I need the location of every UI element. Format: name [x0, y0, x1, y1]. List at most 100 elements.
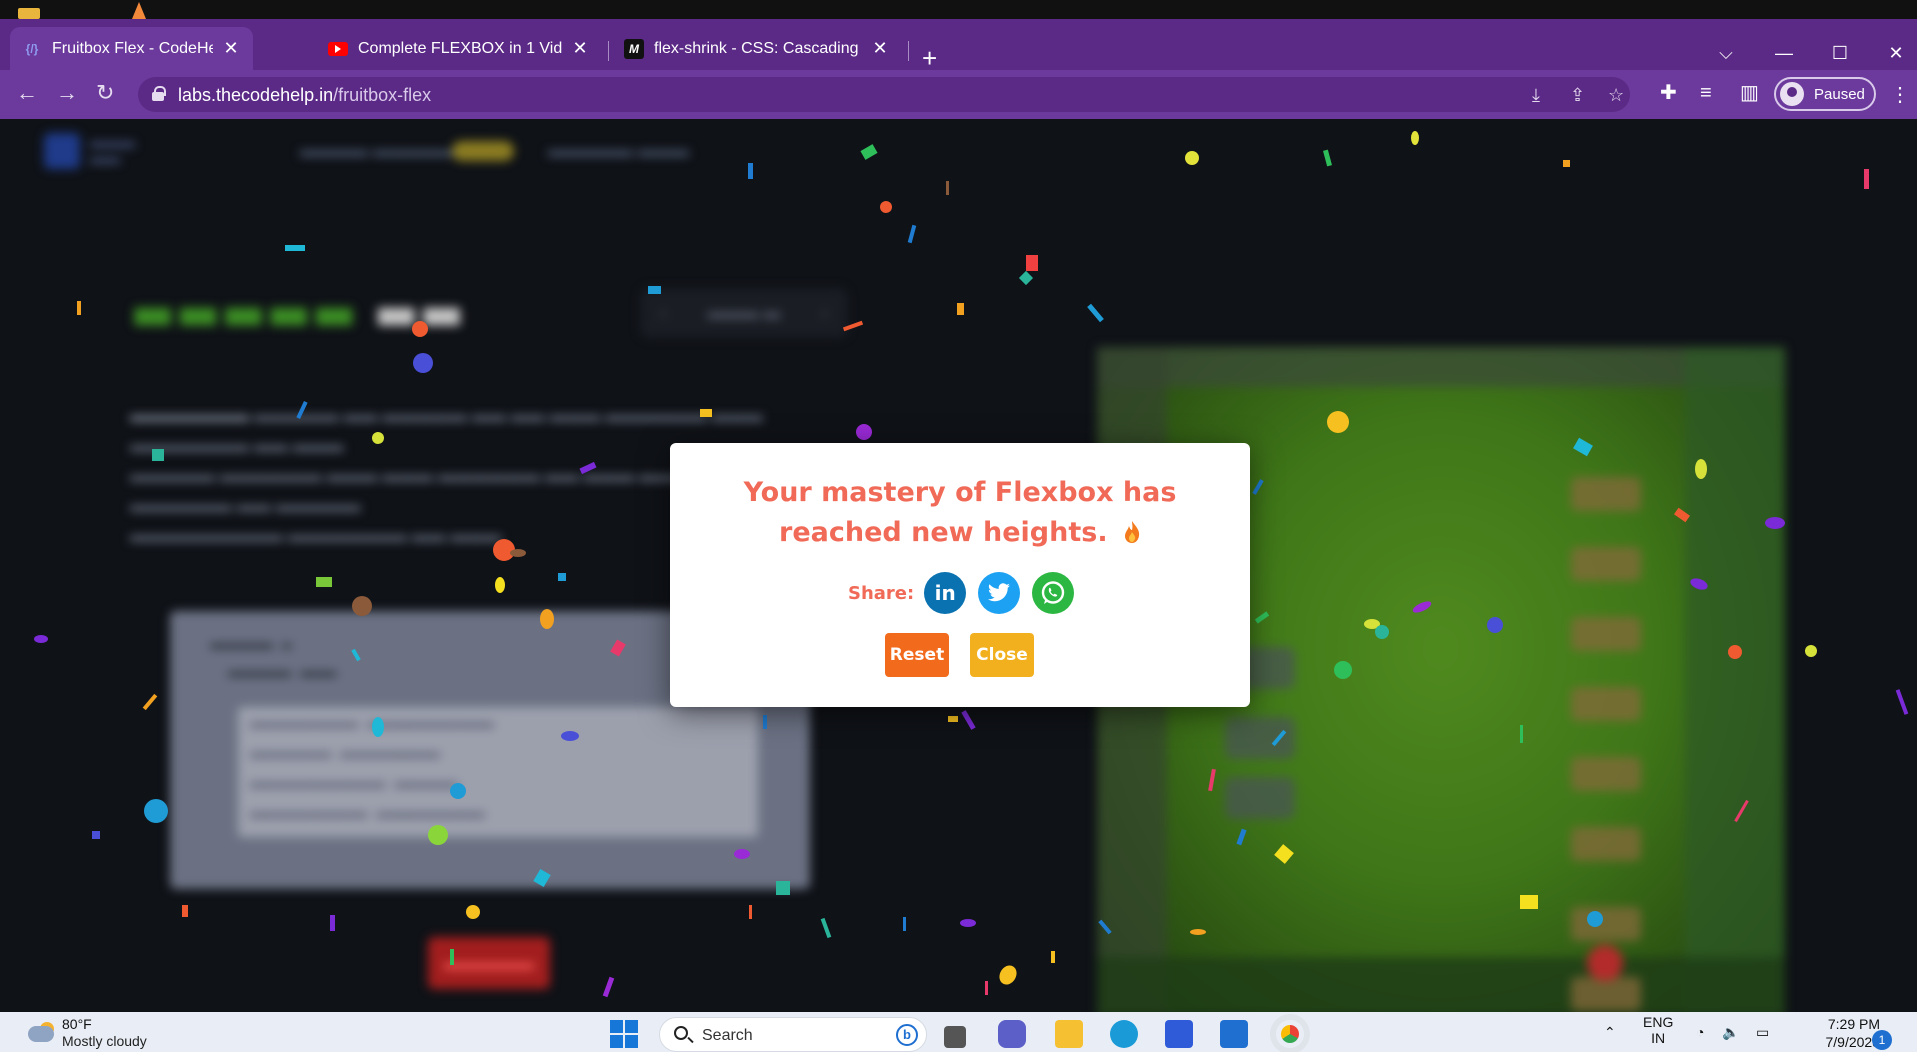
site-logo: ▬▬▬ ▬▬ — [44, 129, 214, 173]
forward-button[interactable]: → — [56, 82, 78, 104]
tab-fruitbox-flex[interactable]: {/} Fruitbox Flex - CodeHelp Labs ✕ — [10, 27, 253, 70]
address-bar[interactable]: labs.thecodehelp.in/fruitbox-flex ⤓ ⇪ ☆ — [138, 77, 1630, 112]
linkedin-icon: in — [934, 581, 956, 605]
close-icon[interactable]: ✕ — [570, 38, 590, 59]
basket — [1571, 757, 1641, 791]
submit-button: ▬▬▬▬▬ — [428, 937, 550, 989]
battery-icon[interactable]: ▭ — [1756, 1024, 1769, 1041]
youtube-icon — [328, 41, 348, 56]
close-icon[interactable]: ✕ — [870, 38, 890, 59]
vlc-icon — [132, 2, 146, 19]
close-icon[interactable]: ✕ — [221, 38, 241, 59]
taskbar-search[interactable]: Search b — [659, 1017, 927, 1052]
basket — [1571, 617, 1641, 651]
avatar — [1780, 82, 1804, 106]
tab-separator — [908, 41, 909, 61]
wifi-icon[interactable]: ◔ — [1696, 1024, 1704, 1040]
tray-overflow-icon[interactable]: ⌃ — [1604, 1024, 1616, 1041]
tab-strip: {/} Fruitbox Flex - CodeHelp Labs ✕ Comp… — [0, 19, 1917, 71]
weather-condition: Mostly cloudy — [62, 1033, 147, 1049]
tab-separator — [608, 41, 609, 61]
taskbar: 80°F Mostly cloudy Search b ⌃ ENG IN ◔ 🔈… — [0, 1012, 1917, 1052]
message-line-1: Your mastery of Flexbox has — [743, 477, 1177, 508]
fire-icon — [1124, 521, 1140, 543]
browser-menu-icon[interactable]: ⋮ — [1890, 82, 1910, 107]
logo-text: ▬▬▬ ▬▬ — [90, 134, 135, 167]
profile-status: Paused — [1814, 85, 1865, 103]
notification-badge[interactable]: 1 — [1872, 1030, 1892, 1050]
edge-icon[interactable] — [1110, 1020, 1138, 1048]
store-icon[interactable] — [1220, 1020, 1248, 1048]
search-icon — [674, 1026, 688, 1040]
mdn-icon: M — [624, 38, 644, 59]
message-line-2: reached new heights. — [779, 517, 1108, 548]
task-view-icon[interactable] — [944, 1026, 966, 1048]
file-explorer-icon[interactable] — [1055, 1020, 1083, 1048]
nav-link-fruitbox: ▬▬▬▬▬ ▬▬▬ — [548, 141, 689, 160]
apple — [1587, 945, 1623, 981]
logo-mark — [44, 133, 80, 169]
basket — [1571, 827, 1641, 861]
basket — [1571, 977, 1641, 1011]
window-close-button[interactable]: ✕ — [1876, 43, 1916, 64]
linkedin-share-button[interactable]: in — [924, 572, 967, 614]
rock — [1225, 717, 1295, 759]
tab-title: flex-shrink - CSS: Cascading Style — [654, 39, 862, 57]
folder-icon — [18, 8, 40, 19]
new-tab-button[interactable]: + — [922, 45, 937, 71]
basket — [1571, 687, 1641, 721]
cloud-icon — [28, 1026, 54, 1042]
reload-button[interactable]: ↻ — [96, 82, 114, 104]
chrome-icon[interactable] — [1276, 1020, 1304, 1048]
teams-icon[interactable] — [998, 1020, 1026, 1048]
basket — [1571, 907, 1641, 941]
tab-title: Complete FLEXBOX in 1 Video || E — [358, 39, 562, 57]
bing-icon[interactable]: b — [896, 1024, 918, 1046]
tab-search-icon[interactable]: ⌵ — [1706, 43, 1746, 64]
whatsapp-share-button[interactable] — [1032, 572, 1075, 614]
weather-temperature: 80°F — [62, 1016, 92, 1032]
share-row: Share: in — [848, 572, 1086, 614]
tab-flexbox-video[interactable]: Complete FLEXBOX in 1 Video || E ✕ — [316, 27, 602, 70]
media-queue-icon[interactable]: ≡ — [1700, 82, 1712, 104]
share-label: Share: — [848, 582, 915, 604]
share-icon[interactable]: ⇪ — [1570, 85, 1585, 106]
bookmark-star-icon[interactable]: ☆ — [1608, 85, 1624, 106]
start-windows-icon[interactable] — [610, 1020, 638, 1048]
maximize-button[interactable]: ☐ — [1820, 43, 1860, 64]
new-badge — [452, 141, 514, 161]
profile-button[interactable]: Paused — [1774, 77, 1876, 111]
whatsapp-icon — [1042, 581, 1065, 604]
twitter-icon — [988, 583, 1011, 602]
basket — [1571, 547, 1641, 581]
page-title: ▬▬▬▬▬ ▬▬ — [130, 285, 465, 341]
code-input-area: ▬▬▬▬▬▬▬▬▬▬▬▬ ▬▬▬▬▬▬▬▬▬▬▬▬▬▬ ▬▬▬▬▬▬▬▬▬ ▬▬… — [238, 707, 758, 837]
clock-time: 7:29 PM — [1827, 1016, 1880, 1032]
basket — [1571, 477, 1641, 511]
twitter-share-button[interactable] — [978, 572, 1021, 614]
code-braces-icon: {/} — [25, 41, 39, 56]
minimize-button[interactable]: — — [1764, 43, 1804, 64]
editor-app-icon[interactable] — [1165, 1020, 1193, 1048]
tab-flex-shrink[interactable]: M flex-shrink - CSS: Cascading Style ✕ — [612, 27, 902, 70]
lock-icon[interactable] — [152, 86, 166, 101]
volume-icon[interactable]: 🔈 — [1722, 1024, 1739, 1041]
side-panel-icon[interactable]: ▥ — [1740, 82, 1759, 104]
success-modal: Your mastery of Flexbox has reached new … — [670, 443, 1250, 707]
code-text: ▬▬▬▬▬▬▬ ▬ ▬▬▬▬▬▬▬ ▬▬▬▬ — [210, 636, 337, 682]
language-indicator[interactable]: ENG IN — [1643, 1014, 1673, 1046]
success-message: Your mastery of Flexbox has reached new … — [670, 473, 1250, 553]
desktop-background — [0, 0, 1917, 19]
rock — [1225, 777, 1295, 819]
reset-button[interactable]: Reset — [885, 633, 949, 677]
install-app-icon[interactable]: ⤓ — [1532, 85, 1540, 106]
nav-link-quick-compiler: ▬▬▬▬ ▬▬▬▬▬▬ — [300, 141, 475, 160]
close-button[interactable]: Close — [970, 633, 1034, 677]
extensions-puzzle-icon[interactable]: ✚ — [1660, 82, 1677, 104]
back-button[interactable]: ← — [16, 82, 38, 104]
tab-title: Fruitbox Flex - CodeHelp Labs — [52, 39, 213, 57]
browser-toolbar: ← → ↻ labs.thecodehelp.in/fruitbox-flex … — [0, 70, 1917, 119]
url-text[interactable]: labs.thecodehelp.in/fruitbox-flex — [178, 85, 431, 106]
search-label: Search — [702, 1027, 753, 1044]
level-selector: ‹ ▬▬▬ ▬ › — [640, 288, 848, 338]
